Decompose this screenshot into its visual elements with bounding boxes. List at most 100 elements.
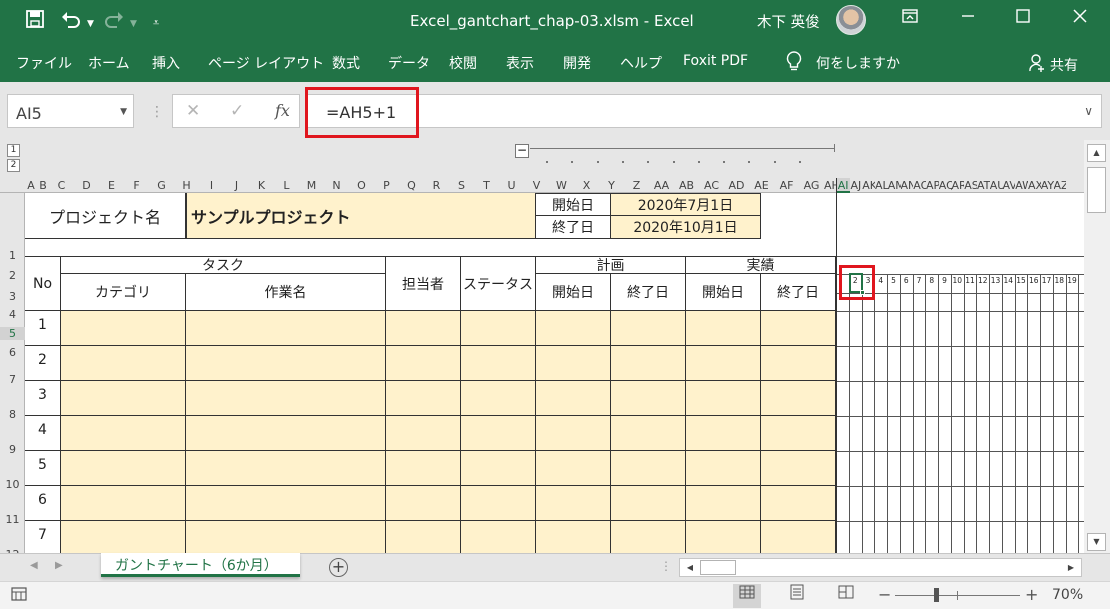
column-header-ag[interactable]: AG bbox=[799, 178, 824, 193]
task-cell[interactable] bbox=[686, 486, 761, 521]
scroll-down-icon[interactable]: ▼ bbox=[1087, 533, 1106, 551]
start-label-cell[interactable]: 開始日 bbox=[536, 193, 611, 216]
gantt-day-number[interactable]: 18 bbox=[1053, 276, 1066, 285]
lightbulb-icon[interactable] bbox=[786, 51, 802, 73]
formula-input[interactable]: =AH5+1 ∨ bbox=[306, 94, 1102, 128]
task-cell[interactable] bbox=[186, 311, 386, 346]
row-header-11[interactable]: 11 bbox=[0, 513, 25, 526]
task-cell[interactable] bbox=[611, 451, 686, 486]
column-header-d[interactable]: D bbox=[74, 178, 99, 193]
row-header-2[interactable]: 2 bbox=[0, 269, 25, 282]
task-cell[interactable] bbox=[61, 311, 186, 346]
ribbon-display-icon[interactable] bbox=[895, 8, 925, 28]
task-cell[interactable] bbox=[461, 486, 536, 521]
formula-bar-splitter[interactable]: ⋮ bbox=[150, 104, 164, 120]
gantt-day-number[interactable]: 10 bbox=[951, 276, 964, 285]
tab-file[interactable]: ファイル bbox=[16, 53, 72, 73]
task-cell[interactable] bbox=[461, 416, 536, 451]
task-cell[interactable] bbox=[761, 451, 836, 486]
plan-header-cell[interactable]: 計画 bbox=[536, 256, 686, 274]
customize-qat-icon[interactable]: ⩡ bbox=[153, 13, 159, 33]
row-header-7[interactable]: 7 bbox=[0, 373, 25, 386]
task-cell[interactable] bbox=[611, 486, 686, 521]
prev-sheet-icon[interactable]: ◀ bbox=[30, 560, 38, 571]
task-cell[interactable] bbox=[761, 311, 836, 346]
category-header-cell[interactable]: カテゴリ bbox=[61, 274, 186, 311]
task-no-cell[interactable]: 2 bbox=[25, 346, 61, 381]
task-cell[interactable] bbox=[386, 381, 461, 416]
column-header-h[interactable]: H bbox=[174, 178, 199, 193]
column-header-p[interactable]: P bbox=[374, 178, 399, 193]
minimize-icon[interactable] bbox=[953, 8, 983, 28]
task-cell[interactable] bbox=[611, 381, 686, 416]
gantt-day-number[interactable]: 17 bbox=[1040, 276, 1053, 285]
task-no-cell[interactable]: 5 bbox=[25, 451, 61, 486]
horizontal-scroll-thumb[interactable] bbox=[700, 560, 736, 575]
column-header-g[interactable]: G bbox=[149, 178, 174, 193]
gantt-day-number[interactable]: 5 bbox=[887, 276, 900, 285]
outline-level-1-button[interactable]: 1 bbox=[7, 144, 20, 157]
task-cell[interactable] bbox=[61, 416, 186, 451]
task-no-cell[interactable]: 4 bbox=[25, 416, 61, 451]
column-header-ap[interactable]: AP bbox=[926, 178, 939, 193]
status-header-cell[interactable]: ステータス bbox=[461, 256, 536, 311]
task-cell[interactable] bbox=[686, 521, 761, 553]
plan-start-header-cell[interactable]: 開始日 bbox=[536, 274, 611, 311]
task-cell[interactable] bbox=[186, 381, 386, 416]
column-header-ai[interactable]: AI bbox=[836, 178, 850, 193]
task-cell[interactable] bbox=[611, 346, 686, 381]
scroll-left-icon[interactable]: ◀ bbox=[682, 560, 698, 575]
column-header-ak[interactable]: AK bbox=[862, 178, 875, 193]
task-cell[interactable] bbox=[611, 311, 686, 346]
column-header-aw[interactable]: AW bbox=[1015, 178, 1028, 193]
gantt-day-number[interactable]: 19 bbox=[1066, 276, 1079, 285]
gantt-day-number[interactable]: 12 bbox=[976, 276, 989, 285]
gantt-day-number[interactable]: 11 bbox=[964, 276, 977, 285]
row-header-3[interactable]: 3 bbox=[0, 290, 25, 303]
task-cell[interactable] bbox=[386, 416, 461, 451]
task-cell[interactable] bbox=[461, 346, 536, 381]
user-name[interactable]: 木下 英俊 bbox=[757, 11, 820, 32]
column-header-a[interactable]: A bbox=[25, 178, 37, 193]
task-no-cell[interactable]: 1 bbox=[25, 311, 61, 346]
task-cell[interactable] bbox=[686, 346, 761, 381]
plan-end-header-cell[interactable]: 終了日 bbox=[611, 274, 686, 311]
column-header-o[interactable]: O bbox=[349, 178, 374, 193]
tab-page-layout[interactable]: ページ レイアウト bbox=[208, 53, 324, 73]
task-cell[interactable] bbox=[686, 416, 761, 451]
task-cell[interactable] bbox=[186, 416, 386, 451]
horizontal-scrollbar[interactable]: ◀ ▶ bbox=[679, 558, 1082, 577]
row-header-5[interactable]: 5 bbox=[0, 327, 25, 340]
end-label-cell[interactable]: 終了日 bbox=[536, 216, 611, 239]
scroll-right-icon[interactable]: ▶ bbox=[1063, 560, 1079, 575]
task-cell[interactable] bbox=[386, 311, 461, 346]
task-cell[interactable] bbox=[386, 521, 461, 553]
column-header-v[interactable]: V bbox=[524, 178, 549, 193]
column-header-n[interactable]: N bbox=[324, 178, 349, 193]
column-header-b[interactable]: B bbox=[37, 178, 49, 193]
worksheet-grid[interactable]: 1 2 − A B C D E F G H I J K L M N O P Q R S T U V W X Y Z AA AB AC AD… bbox=[0, 140, 1110, 553]
gantt-day-number[interactable]: 14 bbox=[1002, 276, 1015, 285]
task-cell[interactable] bbox=[386, 451, 461, 486]
tab-data[interactable]: データ bbox=[388, 53, 430, 73]
task-cell[interactable] bbox=[611, 521, 686, 553]
no-header-cell[interactable]: No bbox=[25, 256, 61, 311]
task-cell[interactable] bbox=[61, 486, 186, 521]
vertical-scrollbar[interactable]: ▲ ▼ bbox=[1084, 140, 1110, 553]
column-header-al[interactable]: AL bbox=[875, 178, 888, 193]
task-no-cell[interactable]: 7 bbox=[25, 521, 61, 553]
task-cell[interactable] bbox=[686, 381, 761, 416]
add-sheet-button[interactable]: + bbox=[329, 558, 348, 577]
zoom-out-icon[interactable]: − bbox=[878, 585, 891, 604]
task-cell[interactable] bbox=[536, 521, 611, 553]
tab-foxit-pdf[interactable]: Foxit PDF bbox=[683, 53, 748, 69]
actual-header-cell[interactable]: 実績 bbox=[686, 256, 836, 274]
gantt-day-number[interactable]: 15 bbox=[1015, 276, 1028, 285]
gantt-day-number[interactable]: 8 bbox=[925, 276, 938, 285]
column-header-ad[interactable]: AD bbox=[724, 178, 749, 193]
share-button[interactable]: 共有 bbox=[1050, 55, 1078, 75]
column-header-ao[interactable]: AO bbox=[913, 178, 926, 193]
maximize-icon[interactable] bbox=[1008, 8, 1038, 28]
actual-start-header-cell[interactable]: 開始日 bbox=[686, 274, 761, 311]
column-header-av[interactable]: AV bbox=[1003, 178, 1016, 193]
